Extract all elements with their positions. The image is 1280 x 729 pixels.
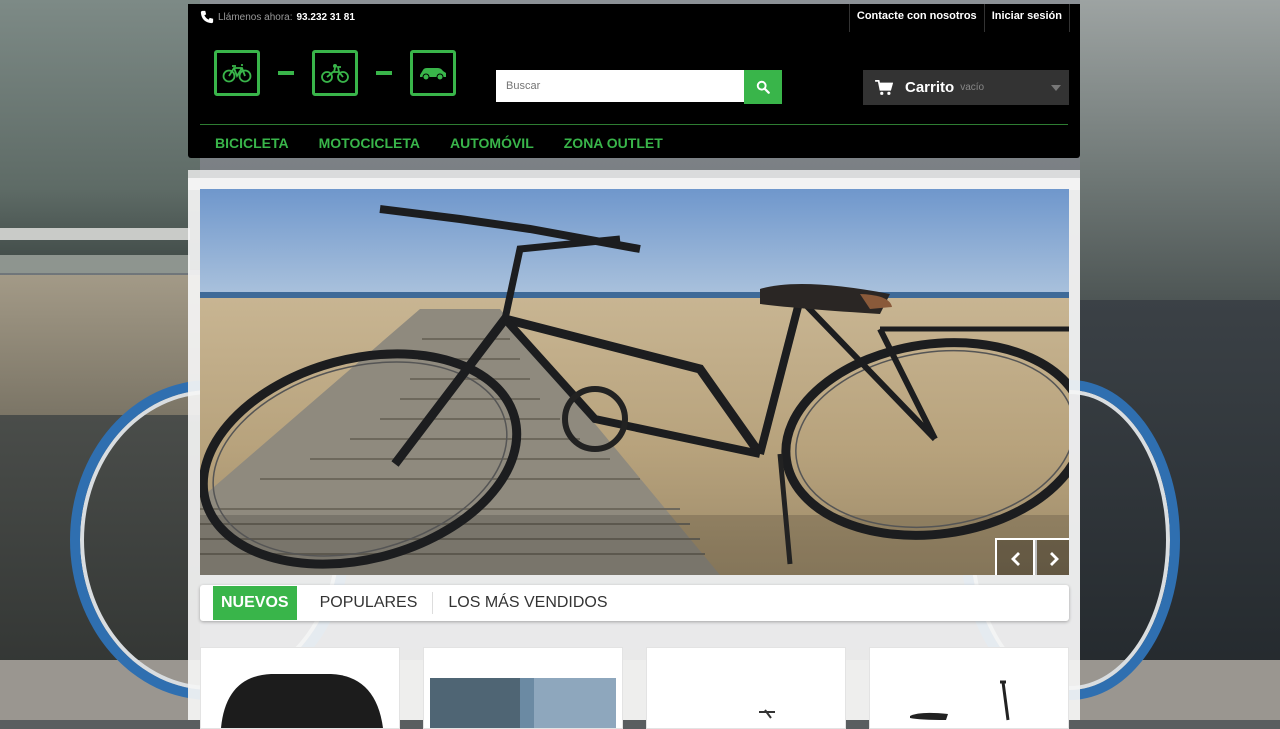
phone-icon [200,10,214,24]
cart-icon [875,79,893,95]
logo-separator [376,71,392,75]
slide-image [200,189,1069,575]
login-link[interactable]: Iniciar sesión [983,4,1070,32]
tab-nuevos[interactable]: NUEVOS [213,586,297,620]
product-image [759,709,775,719]
menu-item-bicicleta[interactable]: BICICLETA [215,135,289,151]
site-header: Llámenos ahora: 93.232 31 81 Contacte co… [188,4,1080,158]
top-links: Contacte con nosotros Iniciar sesión [848,4,1070,32]
site-logo[interactable] [214,50,456,96]
motorcycle-icon [321,64,349,83]
logo-car-box [410,50,456,96]
chevron-right-icon [1050,552,1059,566]
phone-label: Llámenos ahora: [218,11,293,23]
contact-link[interactable]: Contacte con nosotros [848,4,984,32]
product-tabs: NUEVOS POPULARES LOS MÁS VENDIDOS [200,585,1069,621]
cart-status: vacío [960,82,985,93]
menu-item-motocicleta[interactable]: MOTOCICLETA [319,135,420,151]
menu-divider [200,124,1068,125]
product-card[interactable] [423,647,623,729]
logo-separator [278,71,294,75]
logo-bicycle-box [214,50,260,96]
bicycle-icon [222,64,252,83]
tab-mas-vendidos[interactable]: LOS MÁS VENDIDOS [432,592,622,614]
search-icon [756,80,770,94]
product-card[interactable] [200,647,400,729]
product-image [910,680,1010,721]
tab-populares[interactable]: POPULARES [305,592,433,614]
search-input[interactable] [496,70,744,102]
menu-item-zona-outlet[interactable]: ZONA OUTLET [564,135,663,151]
phone-number[interactable]: 93.232 31 81 [297,12,355,23]
cart-label: Carrito [905,79,955,96]
cart-button[interactable]: Carrito vacío [863,70,1069,105]
bicycle-photo [200,205,1069,569]
phone-info: Llámenos ahora: 93.232 31 81 [200,10,355,24]
logo-motorcycle-box [312,50,358,96]
slider-prev-button[interactable] [995,538,1037,575]
chevron-left-icon [1011,552,1020,566]
search-bar [496,70,782,104]
slider-next-button[interactable] [1033,538,1069,575]
home-slider[interactable] [200,189,1069,575]
product-card[interactable] [646,647,846,729]
menu-item-automovil[interactable]: AUTOMÓVIL [450,135,534,151]
product-image [221,674,383,728]
product-card[interactable] [869,647,1069,729]
main-menu: BICICLETA MOTOCICLETA AUTOMÓVIL ZONA OUT… [215,135,663,151]
chevron-down-icon [1051,84,1061,91]
product-image [430,678,616,728]
main-content: NUEVOS POPULARES LOS MÁS VENDIDOS [188,178,1080,729]
car-icon [420,68,446,81]
search-button[interactable] [744,70,782,104]
